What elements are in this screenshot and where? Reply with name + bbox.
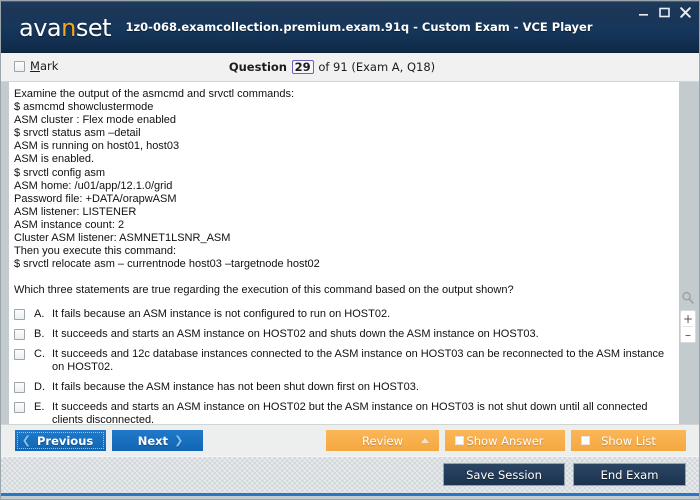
magnifier-icon[interactable] bbox=[679, 289, 697, 307]
answer-option-d[interactable]: D. It fails because the ASM instance has… bbox=[14, 381, 669, 394]
answer-text-d: It fails because the ASM instance has no… bbox=[52, 381, 419, 394]
answer-option-c[interactable]: C. It succeeds and 12c database instance… bbox=[14, 348, 669, 374]
answer-option-a[interactable]: A. It fails because an ASM instance is n… bbox=[14, 308, 669, 321]
zoom-in-button[interactable]: + bbox=[681, 311, 695, 326]
question-counter-suffix: of 91 (Exam A, Q18) bbox=[318, 60, 435, 74]
answer-text-b: It succeeds and starts an ASM instance o… bbox=[52, 328, 539, 341]
answer-text-c: It succeeds and 12c database instances c… bbox=[52, 348, 669, 374]
question-prompt: Which three statements are true regardin… bbox=[14, 284, 669, 297]
footer-bar: Save Session End Exam bbox=[1, 456, 699, 496]
minimize-icon[interactable] bbox=[637, 6, 650, 19]
answer-text-a: It fails because an ASM instance is not … bbox=[52, 308, 390, 321]
previous-chevron-icon: ❮ bbox=[22, 434, 31, 447]
next-button[interactable]: Next ❯ bbox=[112, 430, 203, 451]
answer-checkbox-e[interactable] bbox=[14, 402, 25, 413]
answer-text-e: It succeeds and starts an ASM instance o… bbox=[52, 401, 669, 424]
zoom-controls: + – bbox=[679, 289, 697, 343]
zoom-out-button[interactable]: – bbox=[681, 327, 695, 342]
review-button[interactable]: Review bbox=[326, 430, 439, 451]
answer-letter-d: D. bbox=[34, 381, 52, 393]
answer-letter-e: E. bbox=[34, 401, 52, 413]
answer-letter-a: A. bbox=[34, 308, 52, 320]
answer-option-e[interactable]: E. It succeeds and starts an ASM instanc… bbox=[14, 401, 669, 424]
answer-checkbox-a[interactable] bbox=[14, 309, 25, 320]
question-counter: Question 29 of 91 (Exam A, Q18) bbox=[1, 60, 699, 74]
answer-options-list: A. It fails because an ASM instance is n… bbox=[14, 308, 669, 424]
save-session-button[interactable]: Save Session bbox=[443, 463, 565, 486]
show-list-checkbox-icon bbox=[581, 436, 590, 445]
question-counter-prefix: Question bbox=[229, 60, 287, 74]
show-answer-button[interactable]: Show Answer bbox=[445, 430, 565, 451]
show-answer-checkbox-icon bbox=[455, 436, 464, 445]
navigation-toolbar: ❮ Previous Next ❯ Review Show Answer Sho… bbox=[1, 424, 699, 456]
next-label: Next bbox=[138, 434, 168, 448]
title-bar: avanset 1z0-068.examcollection.premium.e… bbox=[1, 1, 699, 53]
vce-player-window: avanset 1z0-068.examcollection.premium.e… bbox=[0, 0, 700, 500]
chevron-up-icon bbox=[421, 438, 429, 443]
answer-checkbox-b[interactable] bbox=[14, 329, 25, 340]
window-title: 1z0-068.examcollection.premium.exam.91q … bbox=[1, 20, 699, 34]
answer-option-b[interactable]: B. It succeeds and starts an ASM instanc… bbox=[14, 328, 669, 341]
question-content-pane: Examine the output of the asmcmd and srv… bbox=[1, 82, 699, 424]
question-content-inner: Examine the output of the asmcmd and srv… bbox=[9, 82, 679, 424]
show-list-button[interactable]: Show List bbox=[571, 430, 686, 451]
previous-label: Previous bbox=[37, 434, 93, 448]
previous-button[interactable]: ❮ Previous bbox=[15, 430, 106, 451]
show-list-label: Show List bbox=[601, 434, 656, 448]
window-controls bbox=[637, 6, 692, 19]
answer-checkbox-d[interactable] bbox=[14, 382, 25, 393]
question-number-badge: 29 bbox=[292, 60, 314, 74]
answer-letter-b: B. bbox=[34, 328, 52, 340]
maximize-icon[interactable] bbox=[658, 6, 671, 19]
question-header-bar: Mark Question 29 of 91 (Exam A, Q18) bbox=[1, 53, 699, 82]
review-label: Review bbox=[362, 434, 403, 448]
answer-letter-c: C. bbox=[34, 348, 52, 360]
show-answer-label: Show Answer bbox=[466, 434, 543, 448]
answer-checkbox-c[interactable] bbox=[14, 349, 25, 360]
question-stem: Examine the output of the asmcmd and srv… bbox=[14, 88, 669, 271]
zoom-button-group: + – bbox=[680, 310, 696, 343]
close-icon[interactable] bbox=[679, 6, 692, 19]
end-exam-button[interactable]: End Exam bbox=[573, 463, 686, 486]
next-chevron-icon: ❯ bbox=[174, 434, 183, 447]
